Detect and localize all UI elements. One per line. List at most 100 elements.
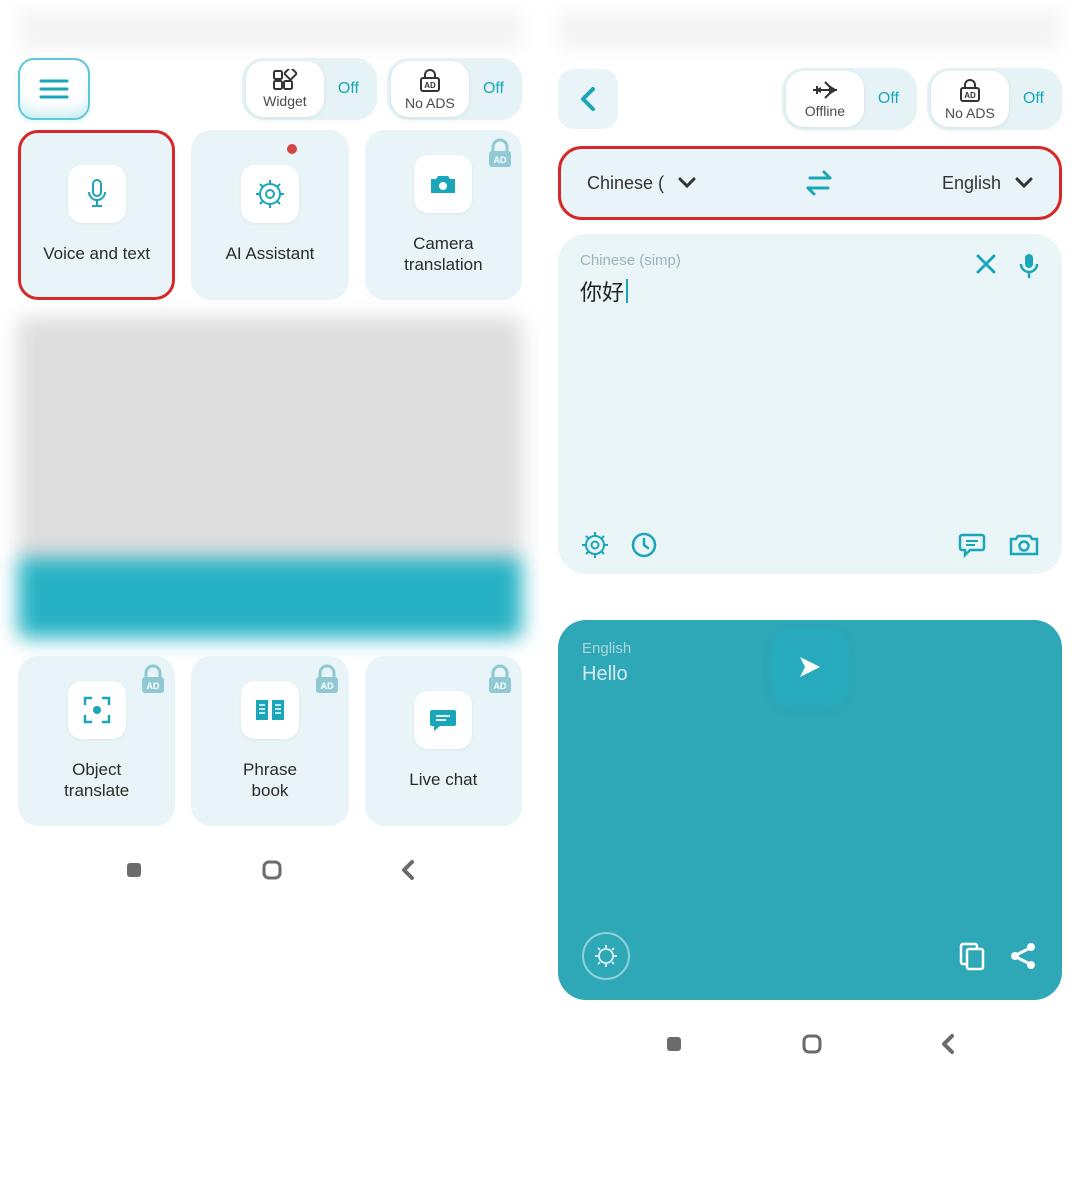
- promo-banner[interactable]: [18, 318, 522, 638]
- copy-icon: [958, 941, 986, 971]
- ai-brain-icon: [593, 943, 619, 969]
- camera-icon: [1008, 532, 1040, 558]
- toggle-noads2-label: No ADS: [945, 105, 995, 121]
- book-icon: [254, 697, 286, 723]
- chevron-down-icon: [1015, 177, 1033, 189]
- language-selector-bar: Chinese ( English: [558, 146, 1062, 220]
- source-language-select[interactable]: Chinese (: [587, 173, 696, 194]
- lock-ad-badge-icon: AD: [139, 664, 167, 696]
- android-nav-bar: [548, 1016, 1072, 1072]
- svg-text:AD: AD: [964, 91, 976, 100]
- share-button[interactable]: [1008, 941, 1038, 971]
- nav-recent-icon[interactable]: [122, 858, 146, 882]
- status-bar: [558, 10, 1062, 50]
- text-cursor-icon: [626, 279, 628, 303]
- tile-ai-assistant[interactable]: AI Assistant: [191, 130, 348, 300]
- svg-text:AD: AD: [493, 681, 506, 691]
- close-icon: [974, 252, 998, 276]
- ai-out-button[interactable]: [582, 932, 630, 980]
- svg-text:AD: AD: [493, 155, 506, 165]
- voice-input-button[interactable]: [1018, 252, 1040, 280]
- tile-camera-translation[interactable]: AD Camera translation: [365, 130, 522, 300]
- translate-header: Offline Off AD No ADS Off: [548, 58, 1072, 140]
- lock-ad-icon: AD: [957, 77, 983, 103]
- nav-home-icon[interactable]: [260, 858, 284, 882]
- toggle-widget-label: Widget: [263, 93, 307, 109]
- scan-icon: [82, 695, 112, 725]
- conversation-button[interactable]: [958, 532, 988, 558]
- nav-home-icon[interactable]: [800, 1032, 824, 1056]
- svg-text:AD: AD: [424, 81, 436, 90]
- tile-phrase-book[interactable]: AD Phrase book: [191, 656, 348, 826]
- clear-input-button[interactable]: [974, 252, 998, 280]
- android-nav-bar: [8, 842, 532, 898]
- nav-back-icon[interactable]: [938, 1032, 958, 1056]
- tile-voice-text[interactable]: Voice and text: [18, 130, 175, 300]
- camera-icon: [428, 172, 458, 196]
- tile-object-label: Object translate: [64, 759, 129, 802]
- back-button[interactable]: [558, 69, 618, 129]
- input-language-label: Chinese (simp): [580, 252, 1040, 269]
- menu-button[interactable]: [18, 58, 90, 120]
- swap-icon: [802, 170, 836, 196]
- toggle-offline-label: Offline: [805, 103, 845, 119]
- tile-camera-label: Camera translation: [404, 233, 482, 276]
- lock-ad-icon: AD: [417, 67, 443, 93]
- copy-button[interactable]: [958, 941, 986, 971]
- history-button[interactable]: [630, 531, 658, 559]
- airplane-icon: [811, 79, 839, 101]
- chevron-left-icon: [577, 85, 599, 113]
- ai-brain-icon: [255, 179, 285, 209]
- svg-text:AD: AD: [320, 681, 333, 691]
- tile-livechat-label: Live chat: [409, 769, 477, 790]
- toggle-noads-2[interactable]: AD No ADS Off: [927, 68, 1062, 130]
- notification-dot-icon: [287, 144, 297, 154]
- toggle-widget[interactable]: Widget Off: [242, 58, 377, 120]
- input-text-value: 你好: [580, 275, 624, 307]
- toggle-offline[interactable]: Offline Off: [782, 68, 917, 130]
- camera-button[interactable]: [1008, 532, 1040, 558]
- input-card: Chinese (simp) 你好: [558, 234, 1062, 574]
- status-bar: [18, 10, 522, 50]
- source-language-label: Chinese (: [587, 173, 664, 194]
- widget-icon: [272, 69, 298, 91]
- ai-assist-button[interactable]: [580, 530, 610, 560]
- chat-icon: [958, 532, 988, 558]
- home-header: Widget Off AD No ADS Off: [8, 58, 532, 130]
- tile-ai-label: AI Assistant: [226, 243, 315, 264]
- feature-grid-top: Voice and text AI: [8, 130, 532, 300]
- svg-text:AD: AD: [147, 681, 160, 691]
- tile-phrase-label: Phrase book: [243, 759, 297, 802]
- toggle-noads2-state: Off: [1023, 90, 1044, 108]
- translate-button[interactable]: [771, 628, 849, 706]
- tile-object-translate[interactable]: AD Object translate: [18, 656, 175, 826]
- chat-icon: [428, 707, 458, 733]
- lock-ad-badge-icon: AD: [313, 664, 341, 696]
- ai-brain-icon: [580, 530, 610, 560]
- clock-icon: [630, 531, 658, 559]
- screen-home: Widget Off AD No ADS Off: [0, 0, 540, 1072]
- chevron-down-icon: [678, 177, 696, 189]
- toggle-offline-state: Off: [878, 90, 899, 108]
- target-language-label: English: [942, 173, 1001, 194]
- share-icon: [1008, 941, 1038, 971]
- microphone-icon: [84, 178, 110, 210]
- lock-ad-badge-icon: AD: [486, 138, 514, 170]
- toggle-noads[interactable]: AD No ADS Off: [387, 58, 522, 120]
- toggle-noads-label: No ADS: [405, 95, 455, 111]
- send-icon: [794, 653, 826, 681]
- nav-back-icon[interactable]: [398, 858, 418, 882]
- swap-languages-button[interactable]: [802, 170, 836, 196]
- target-language-select[interactable]: English: [942, 173, 1033, 194]
- tile-live-chat[interactable]: AD Live chat: [365, 656, 522, 826]
- input-text-area[interactable]: 你好: [580, 275, 1040, 307]
- feature-grid-bottom: AD Object translate AD: [8, 656, 532, 826]
- lock-ad-badge-icon: AD: [486, 664, 514, 696]
- toggle-widget-state: Off: [338, 80, 359, 98]
- nav-recent-icon[interactable]: [662, 1032, 686, 1056]
- tile-voice-text-label: Voice and text: [43, 243, 150, 264]
- screen-translate: Offline Off AD No ADS Off Chinese (: [540, 0, 1080, 1072]
- toggle-noads-state: Off: [483, 80, 504, 98]
- microphone-icon: [1018, 252, 1040, 280]
- hamburger-icon: [39, 78, 69, 100]
